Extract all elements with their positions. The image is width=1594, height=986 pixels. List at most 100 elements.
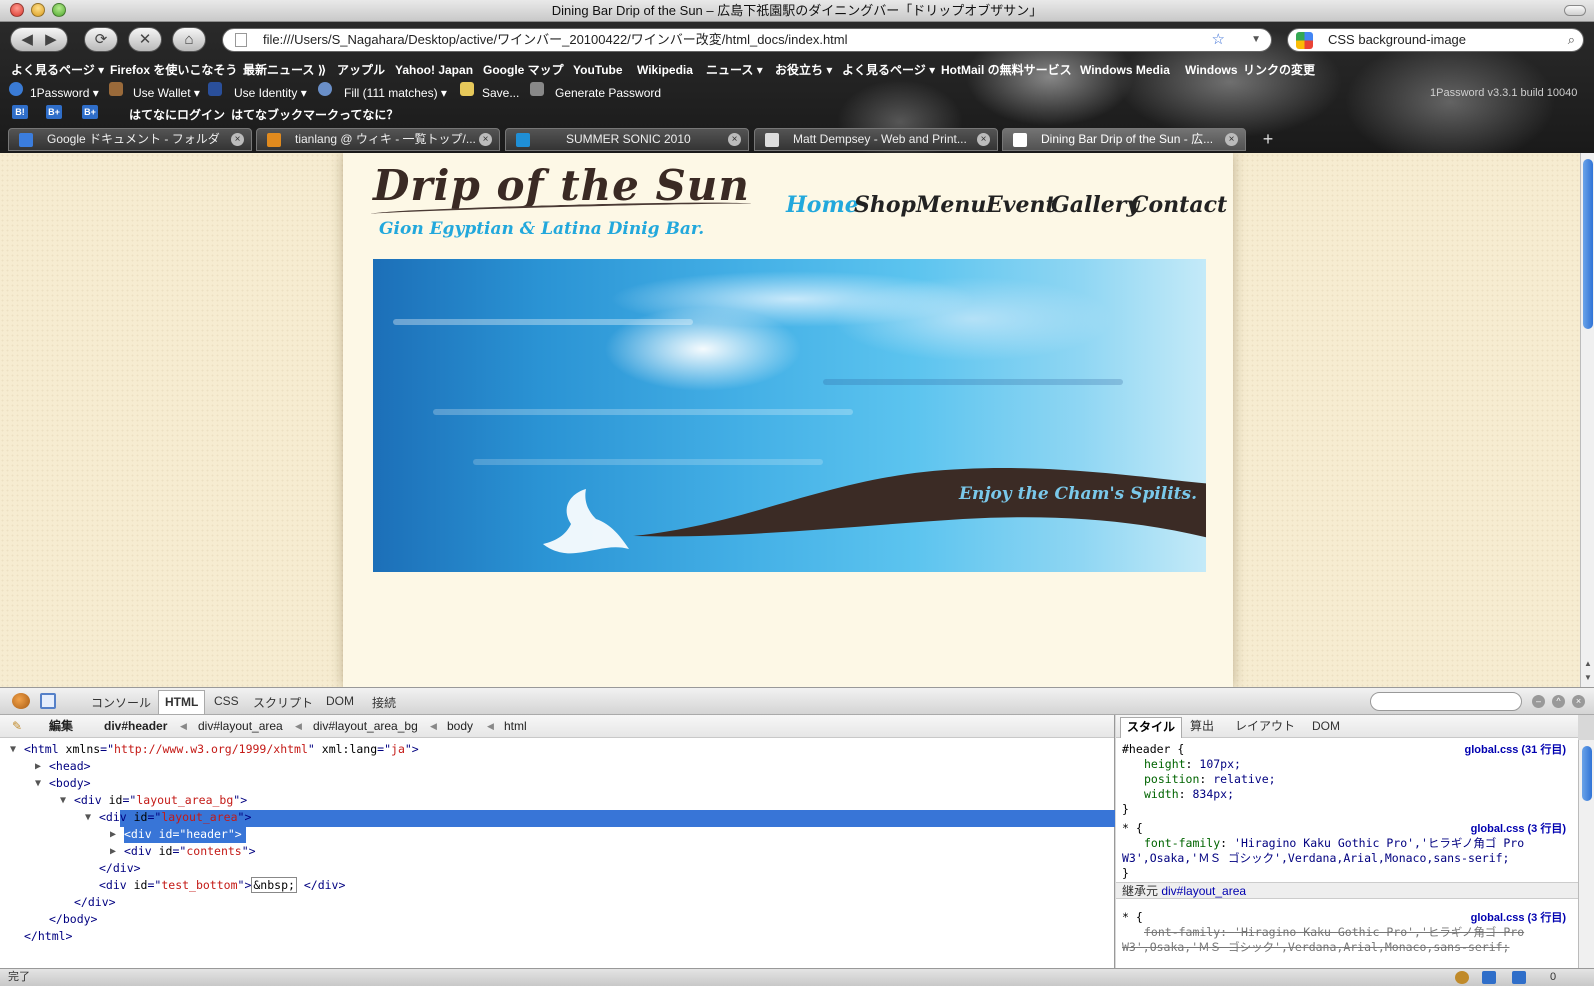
search-bar[interactable]: CSS background-image ⌕ (1287, 28, 1584, 52)
close-tab-icon[interactable]: × (977, 133, 990, 146)
zoom-window-button[interactable] (52, 3, 66, 17)
css-source-link[interactable]: global.css (31 行目) (1465, 741, 1566, 757)
firebug-bug-icon[interactable] (12, 693, 30, 709)
bookmark-item[interactable]: Yahoo! Japan (395, 59, 473, 81)
tab-side-dom[interactable]: DOM (1312, 715, 1340, 738)
collapsed-arrow-icon[interactable]: ▶ (110, 843, 116, 860)
search-input[interactable]: CSS background-image (1328, 32, 1466, 47)
tree-node-contents[interactable]: ▶ <div id="contents"> (110, 843, 256, 860)
expanded-arrow-icon[interactable]: ▼ (10, 741, 16, 758)
nav-event[interactable]: Event (986, 192, 1056, 218)
bookmark-item[interactable]: Windows Media (1080, 59, 1170, 81)
tab-dom[interactable]: DOM (326, 694, 354, 708)
generate-password-button[interactable]: Generate Password (555, 82, 661, 104)
bookmark-item[interactable]: Windows (1185, 59, 1238, 81)
tab-console[interactable]: コンソール (91, 694, 151, 711)
reload-button[interactable]: ⟳ (84, 27, 118, 52)
close-tab-icon[interactable]: × (479, 133, 492, 146)
css-property[interactable]: position: relative; (1144, 772, 1276, 787)
css-source-link[interactable]: global.css (3 行目) (1471, 909, 1566, 925)
expanded-arrow-icon[interactable]: ▼ (60, 792, 66, 809)
tree-node-header-selected[interactable]: ▶ <div id="header"> (110, 826, 246, 843)
fill-button[interactable]: Fill (111 matches) ▾ (344, 82, 447, 104)
hatena-bookmark-icon[interactable]: B! (12, 105, 28, 119)
hatena-add-icon[interactable]: B+ (46, 105, 62, 119)
tab-css[interactable]: CSS (214, 694, 239, 708)
nav-menu[interactable]: Menu (916, 192, 986, 218)
bookmark-item[interactable]: リンクの変更 (1243, 59, 1315, 81)
tab-tianlang-wiki[interactable]: tianlang @ ウィキ - 一覧トップ/... × (256, 128, 500, 151)
collapsed-arrow-icon[interactable]: ▶ (35, 758, 41, 775)
inspect-icon[interactable] (40, 693, 56, 709)
home-button[interactable]: ⌂ (172, 27, 206, 52)
tab-script[interactable]: スクリプト (253, 694, 313, 711)
tree-node-body[interactable]: ▼ <body> (35, 775, 91, 792)
bookmark-item[interactable]: 最新ニュース ⟫ (243, 59, 326, 81)
use-wallet-button[interactable]: Use Wallet ▾ (133, 82, 200, 104)
google-icon[interactable] (1296, 32, 1313, 49)
expanded-arrow-icon[interactable]: ▼ (85, 809, 91, 826)
tree-node-close-body[interactable]: </body> (49, 911, 97, 928)
nav-contact[interactable]: Contact (1131, 192, 1227, 218)
breadcrumb-item[interactable]: div#layout_area (198, 715, 283, 738)
stop-button[interactable]: ✕ (128, 27, 162, 52)
tree-node-test-bottom[interactable]: <div id="test_bottom"> &nbsp; </div> (99, 877, 345, 894)
tree-node-close-div[interactable]: </div> (99, 860, 141, 877)
toolbar-toggle-button[interactable] (1564, 5, 1586, 16)
hatena-login-link[interactable]: はてなにログイン (129, 105, 225, 125)
forward-icon[interactable]: ▶ (45, 31, 57, 48)
tree-node-html[interactable]: ▼ <html xmlns="http://www.w3.org/1999/xht… (10, 741, 419, 758)
bookmark-item[interactable]: Wikipedia (637, 59, 693, 81)
minimize-window-button[interactable] (31, 3, 45, 17)
breadcrumb-item[interactable]: html (504, 715, 527, 738)
scroll-up-arrow[interactable]: ▲ (1583, 659, 1593, 668)
collapsed-arrow-icon[interactable]: ▶ (110, 826, 116, 843)
url-bar[interactable]: file:///Users/S_Nagahara/Desktop/active/… (222, 28, 1272, 52)
tab-layout[interactable]: レイアウト (1235, 715, 1295, 738)
close-tab-icon[interactable]: × (231, 133, 244, 146)
tab-net[interactable]: 接続 (372, 694, 396, 711)
bookmark-item[interactable]: YouTube (573, 59, 623, 81)
bookmark-star-icon[interactable]: ☆ (1212, 29, 1225, 51)
tab-drip-of-the-sun[interactable]: Dining Bar Drip of the Sun - 広... × (1002, 128, 1246, 151)
tab-computed[interactable]: 算出 (1190, 715, 1214, 738)
close-tab-icon[interactable]: × (1225, 133, 1238, 146)
css-property[interactable]: width: 834px; (1144, 787, 1234, 802)
bookmark-item[interactable]: お役立ち ▾ (775, 59, 832, 81)
nav-shop[interactable]: Shop (854, 192, 916, 218)
save-login-button[interactable]: Save... (482, 82, 519, 104)
firebug-search-input[interactable] (1370, 692, 1522, 711)
close-window-button[interactable] (10, 3, 24, 17)
hatena-add-icon[interactable]: B+ (82, 105, 98, 119)
onepassword-menu[interactable]: 1Password ▾ (30, 82, 99, 104)
hatena-add-status-icon[interactable] (1512, 971, 1526, 984)
tree-node-close-div[interactable]: </div> (74, 894, 116, 911)
inherited-element-link[interactable]: div#layout_area (1161, 884, 1246, 898)
detach-icon[interactable]: ^ (1552, 695, 1565, 708)
new-tab-button[interactable]: + (1258, 128, 1278, 151)
css-overridden-property[interactable]: font-family: 'Hiragino Kaku Gothic Pro',… (1144, 925, 1524, 940)
style-panel-scrollbar[interactable] (1578, 740, 1594, 968)
edit-button[interactable]: 編集 (49, 715, 73, 738)
bookmark-item[interactable]: よく見るページ ▾ (11, 59, 104, 81)
tab-style[interactable]: スタイル (1120, 717, 1183, 738)
history-dropdown-icon[interactable]: ▼ (1251, 29, 1261, 51)
css-property[interactable]: height: 107px; (1144, 757, 1241, 772)
scrollbar-thumb[interactable] (1583, 159, 1593, 329)
bookmark-item[interactable]: よく見るページ ▾ (842, 59, 935, 81)
css-property[interactable]: font-family: 'Hiragino Kaku Gothic Pro',… (1144, 836, 1524, 851)
scroll-down-arrow[interactable]: ▼ (1583, 673, 1593, 682)
search-icon[interactable]: ⌕ (1568, 29, 1575, 51)
edit-icon[interactable]: ✎ (12, 715, 22, 738)
close-tab-icon[interactable]: × (728, 133, 741, 146)
back-forward-button[interactable]: ◀ ▶ (10, 27, 68, 52)
bookmark-item[interactable]: HotMail の無料サービス (941, 59, 1072, 81)
scrollbar-thumb[interactable] (1582, 746, 1592, 801)
firebug-status-icon[interactable] (1455, 971, 1469, 984)
nav-gallery[interactable]: Gallery (1051, 192, 1139, 218)
breadcrumb-item[interactable]: body (447, 715, 473, 738)
expanded-arrow-icon[interactable]: ▼ (35, 775, 41, 792)
tree-node-layout-area[interactable]: ▼ <div id="layout_area"> (85, 809, 251, 826)
tree-node-close-html[interactable]: </html> (24, 928, 72, 945)
close-icon[interactable]: × (1572, 695, 1585, 708)
